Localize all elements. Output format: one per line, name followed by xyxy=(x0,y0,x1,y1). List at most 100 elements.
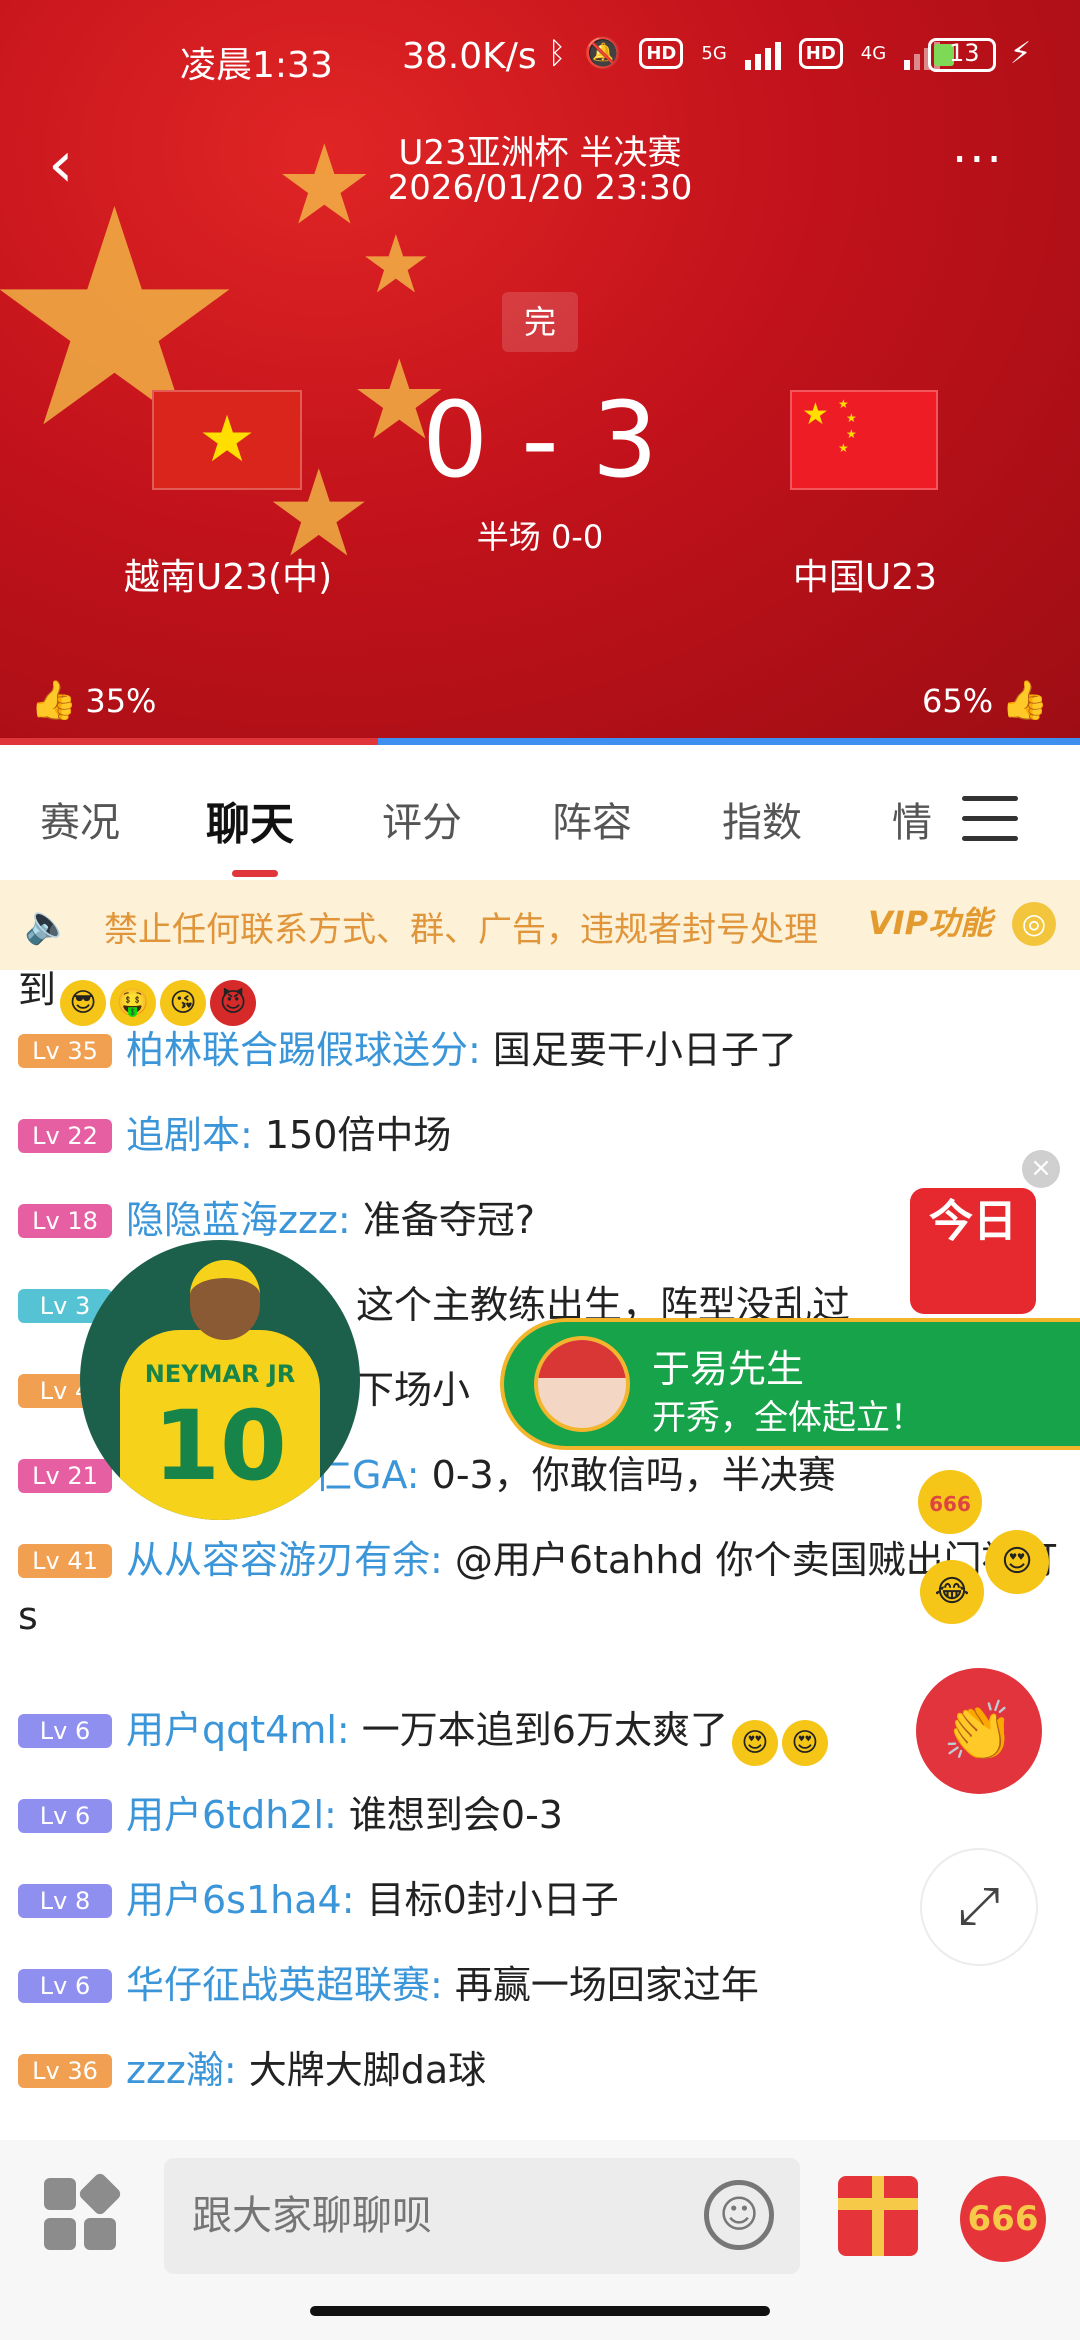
battery-icon: 13 xyxy=(928,38,996,72)
entering-user-avatar[interactable]: NEYMAR JR 10 xyxy=(80,1240,360,1520)
chat-message: 到 😎 🤑 😘 😈 xyxy=(18,970,1058,1026)
heart-eyes-emoji-icon: 😍 xyxy=(985,1530,1049,1594)
network-type: 4G xyxy=(860,43,887,64)
close-ad-button[interactable]: × xyxy=(1022,1150,1060,1188)
level-badge: Lv 35 xyxy=(18,1034,112,1068)
home-indicator[interactable] xyxy=(310,2306,770,2316)
china-flag[interactable]: ★ ★ ★ ★ ★ xyxy=(790,390,938,490)
flag-star-icon: ★ xyxy=(360,218,432,311)
emoji-picker-icon[interactable]: ☺ xyxy=(704,2180,774,2250)
network-type: 5G xyxy=(701,43,727,64)
clock: 凌晨1:33 xyxy=(180,45,333,86)
gift-icon[interactable] xyxy=(838,2176,918,2256)
chat-message: Lv 6 用户6tdh2l: 谁想到会0-3 xyxy=(18,1787,1058,1843)
chat-username[interactable]: 从从容容游刃有余: xyxy=(126,1538,443,1582)
halftime-score: 半场 0-0 xyxy=(476,518,604,556)
battery-level: 13 xyxy=(949,39,980,67)
chat-username[interactable]: 华仔征战英超联赛: xyxy=(126,1963,443,2007)
chat-text: 国足要干小日子了 xyxy=(492,1028,797,1072)
chat-username[interactable]: zzz瀚: xyxy=(126,2048,237,2092)
chat-username[interactable]: 用户6s1ha4: xyxy=(126,1878,355,1922)
tab-lineup[interactable]: 阵容 xyxy=(552,790,632,848)
chat-username[interactable]: 用户6tdh2l: xyxy=(126,1793,337,1837)
clap-button[interactable]: 👏 xyxy=(916,1668,1042,1794)
emoji-icon: 😘 xyxy=(160,980,207,1026)
chat-username[interactable]: 柏林联合踢假球送分: xyxy=(126,1028,481,1072)
thumbs-up-icon: 👍 xyxy=(1001,678,1049,722)
vip-coin-icon[interactable]: ◎ xyxy=(1012,902,1056,946)
hd-icon: HD xyxy=(639,38,684,69)
mute-bell-icon: 🔕 xyxy=(584,36,622,71)
notice-banner: 🔈 禁止任何联系方式、群、广告，违规者封号处理 VIP功能 ◎ xyxy=(0,880,1080,970)
notice-text: 禁止任何联系方式、群、广告，违规者封号处理 xyxy=(104,910,818,950)
chat-text: 下场小 xyxy=(356,1368,471,1412)
tab-overview[interactable]: 赛况 xyxy=(40,790,120,848)
away-vote[interactable]: 65% 👍 xyxy=(922,678,1048,723)
heart-eyes-emoji-icon: 😍 xyxy=(731,1720,778,1766)
today-promo-ad[interactable]: 今日 xyxy=(910,1188,1036,1314)
level-badge: Lv 6 xyxy=(18,1714,112,1748)
chat-text: 150倍中场 xyxy=(264,1113,452,1157)
entry-user-name: 于易先生 xyxy=(652,1347,805,1391)
signal-icon xyxy=(744,38,781,70)
chat-username[interactable]: 用户qqt4ml: xyxy=(126,1708,350,1752)
user-entry-banner[interactable]: 于易先生 开秀，全体起立！ xyxy=(500,1318,1080,1450)
entry-user-avatar xyxy=(534,1336,630,1432)
emoji-icon: 😎 xyxy=(60,980,107,1026)
hd-icon: HD xyxy=(798,38,843,69)
chat-message: Lv 6 华仔征战英超联赛: 再赢一场回家过年 xyxy=(18,1957,1058,2013)
emoji-icon: 🤑 xyxy=(110,980,157,1026)
level-badge: Lv 6 xyxy=(18,1969,112,2003)
tab-ratings[interactable]: 评分 xyxy=(382,790,462,848)
chat-message: Lv 6 用户qqt4ml: 一万本追到6万太爽了 😍 😍 xyxy=(18,1702,1058,1766)
score: 0 - 3 xyxy=(422,379,658,501)
star-icon: ★ xyxy=(198,403,256,477)
vote-progress-bar xyxy=(0,738,1080,745)
home-vote-percent: 35% xyxy=(85,681,157,720)
match-datetime: 2026/01/20 23:30 xyxy=(387,168,693,208)
six66-button[interactable]: 666 xyxy=(960,2176,1046,2262)
bluetooth-icon: ᛒ xyxy=(548,36,566,71)
match-header: ★ ★ ★ ★ ★ 凌晨1:33 38.0K/s ᛒ 🔕 HD 5G HD 4G… xyxy=(0,0,1080,745)
chat-text: 谁想到会0-3 xyxy=(348,1793,563,1837)
chat-username[interactable]: 隐隐蓝海zzz: xyxy=(126,1198,351,1242)
fullscreen-expand-button[interactable]: ⤢ xyxy=(920,1848,1038,1966)
level-badge: Lv 41 xyxy=(18,1544,112,1578)
laughing-emoji-icon: 😂 xyxy=(920,1560,984,1624)
menu-icon[interactable] xyxy=(962,796,1020,842)
chat-username[interactable]: 追剧本: xyxy=(126,1113,253,1157)
tab-chat[interactable]: 聊天 xyxy=(206,788,294,852)
chat-text: 准备夺冠? xyxy=(362,1198,535,1242)
match-title: U23亚洲杯 半决赛 xyxy=(398,133,682,173)
chat-text: 0-3，你敢信吗，半决赛 xyxy=(431,1453,836,1497)
status-bar: 凌晨1:33 38.0K/s ᛒ 🔕 HD 5G HD 4G 13 ⚡ xyxy=(0,30,1080,90)
away-team-name[interactable]: 中国U23 xyxy=(705,548,1025,600)
chat-text: 大牌大脚da球 xyxy=(248,2048,487,2092)
home-vote-fill xyxy=(0,738,378,745)
emoji-icon: 😈 xyxy=(210,980,257,1026)
match-status-badge: 完 xyxy=(502,292,578,352)
thumbs-up-icon: 👍 xyxy=(30,678,78,722)
jersey-number: 10 xyxy=(153,1390,287,1502)
vip-feature-button[interactable]: VIP功能 xyxy=(868,898,992,944)
tab-intel[interactable]: 情 xyxy=(892,790,932,848)
away-vote-percent: 65% xyxy=(922,681,994,720)
chat-message: Lv 22 追剧本: 150倍中场 xyxy=(18,1107,1058,1163)
level-badge: Lv 18 xyxy=(18,1204,112,1238)
floating-666-emoji-icon: 666 xyxy=(918,1470,982,1534)
more-options-button[interactable]: ··· xyxy=(952,136,1032,190)
home-team-name[interactable]: 越南U23(中) xyxy=(68,548,388,600)
chat-text: 目标0封小日子 xyxy=(366,1878,619,1922)
chat-list[interactable]: 到 😎 🤑 😘 😈 Lv 35 柏林联合踢假球送分: 国足要干小日子了 Lv 22 追剧本:… xyxy=(0,970,1080,2140)
chat-message: Lv 36 zzz瀚: 大牌大脚da球 xyxy=(18,2042,1058,2098)
apps-grid-icon[interactable] xyxy=(44,2171,123,2254)
status-icons: ᛒ 🔕 HD 5G HD 4G xyxy=(548,36,941,71)
speaker-icon: 🔈 xyxy=(24,902,72,946)
chat-text: 再赢一场回家过年 xyxy=(454,1963,759,2007)
vietnam-flag[interactable]: ★ xyxy=(152,390,302,490)
tab-odds[interactable]: 指数 xyxy=(722,790,802,848)
charging-icon: ⚡ xyxy=(1010,36,1032,71)
chat-message: Lv 18 隐隐蓝海zzz: 准备夺冠? xyxy=(18,1192,1058,1248)
network-speed: 38.0K/s xyxy=(402,36,537,77)
home-vote[interactable]: 👍 35% xyxy=(30,678,156,723)
